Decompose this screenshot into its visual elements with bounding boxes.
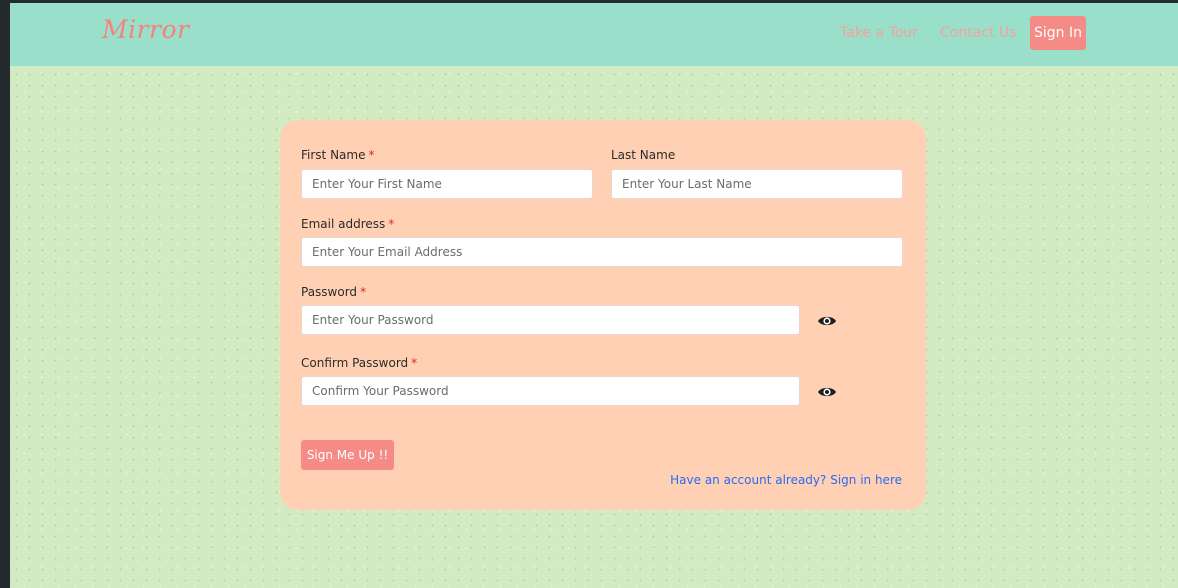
page: Mirror Take a Tour Contact Us Sign In Fi… <box>10 3 1178 588</box>
required-marker: * <box>368 148 375 162</box>
required-marker: * <box>411 356 418 370</box>
nav-take-a-tour[interactable]: Take a Tour <box>840 25 918 41</box>
brand-logo[interactable]: Mirror <box>102 15 190 44</box>
last-name-label-text: Last Name <box>611 148 676 162</box>
eye-icon[interactable] <box>817 313 837 329</box>
first-name-input[interactable] <box>301 169 593 199</box>
password-label-text: Password <box>301 285 358 299</box>
navbar: Mirror Take a Tour Contact Us Sign In <box>10 3 1178 66</box>
password-input[interactable] <box>301 305 800 335</box>
confirm-password-input[interactable] <box>301 376 800 406</box>
email-input[interactable] <box>301 237 903 267</box>
required-marker: * <box>388 217 395 231</box>
last-name-label: Last Name <box>611 148 675 162</box>
confirm-password-label-text: Confirm Password <box>301 356 409 370</box>
password-label: Password * <box>301 285 366 299</box>
required-marker: * <box>360 285 367 299</box>
confirm-password-label: Confirm Password * <box>301 356 417 370</box>
sign-up-button[interactable]: Sign Me Up !! <box>301 440 394 470</box>
email-label: Email address * <box>301 217 394 231</box>
last-name-input[interactable] <box>611 169 903 199</box>
eye-icon[interactable] <box>817 384 837 400</box>
nav-contact-us[interactable]: Contact Us <box>940 25 1016 41</box>
first-name-label-text: First Name <box>301 148 366 162</box>
signup-form-card: First Name* Last Name Email address* Pas… <box>280 120 926 510</box>
first-name-label: First Name * <box>301 148 374 162</box>
sign-in-button[interactable]: Sign In <box>1030 16 1086 50</box>
sign-in-link[interactable]: Have an account already? Sign in here <box>670 473 902 487</box>
email-label-text: Email address <box>301 217 386 231</box>
